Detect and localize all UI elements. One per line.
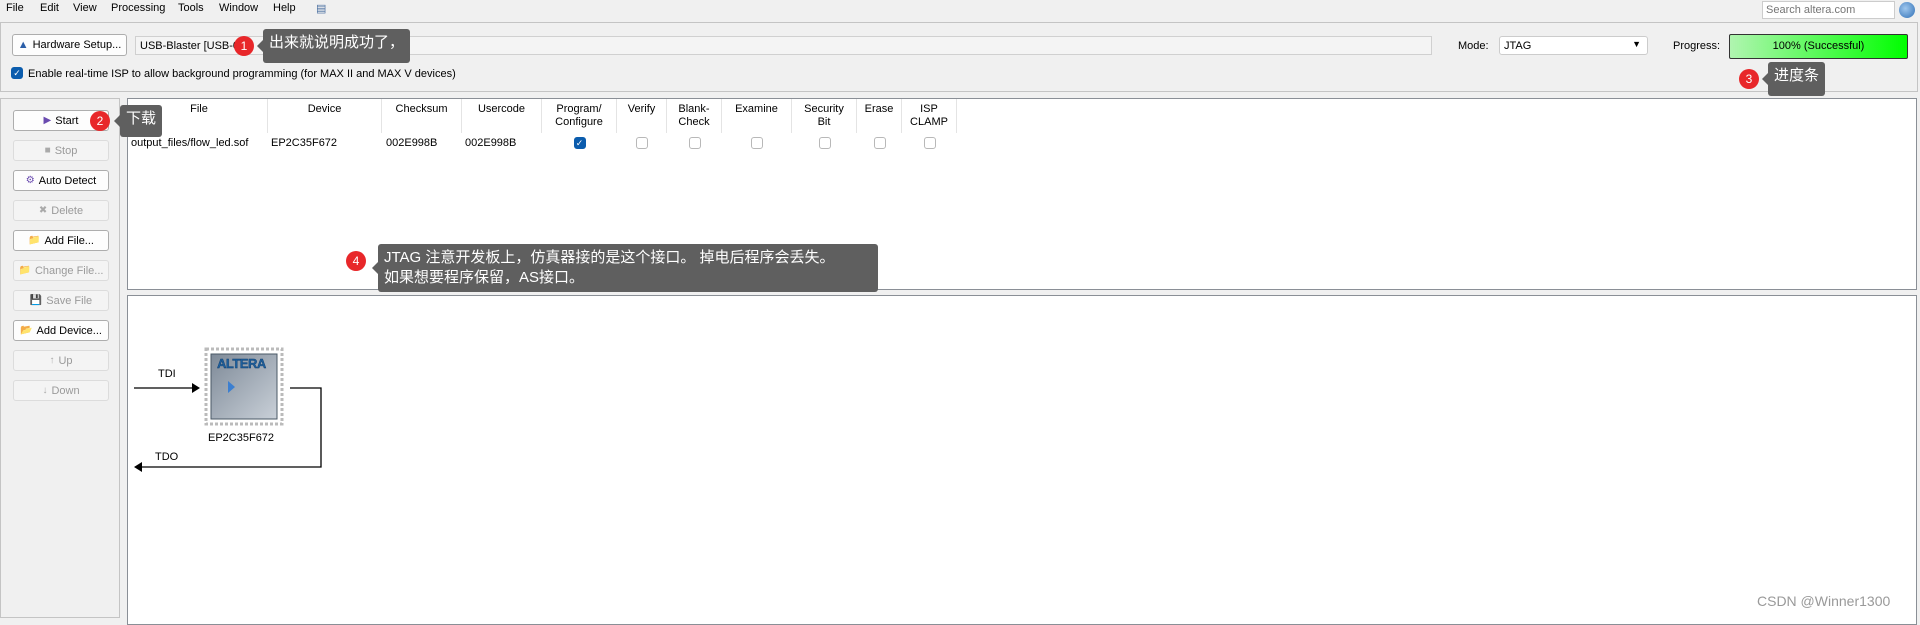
progress-label: Progress: bbox=[1673, 40, 1721, 52]
chevron-down-icon: ▼ bbox=[1632, 39, 1641, 49]
column-header[interactable]: Usercode bbox=[462, 99, 542, 133]
chain-svg bbox=[134, 347, 322, 472]
altera-logo: ALTERA bbox=[217, 356, 267, 371]
cell-usercode: 002E998B bbox=[465, 137, 517, 149]
help-chat-icon[interactable]: ▤ bbox=[316, 2, 326, 15]
operation-checkbox[interactable] bbox=[688, 137, 701, 149]
annotation-badge-1: 1 bbox=[234, 36, 254, 56]
operation-checkbox[interactable] bbox=[636, 137, 648, 149]
tdi-arrow-icon bbox=[192, 383, 200, 393]
add-file-button[interactable]: 📁 Add File... bbox=[13, 230, 109, 251]
operation-checkbox[interactable] bbox=[873, 137, 886, 149]
column-header[interactable]: Verify bbox=[617, 99, 667, 133]
add-device-icon: 📂 bbox=[20, 325, 33, 336]
column-header[interactable]: Program/ Configure bbox=[542, 99, 617, 133]
menu-tools[interactable]: Tools bbox=[178, 2, 204, 14]
save-file-button[interactable]: 💾 Save File bbox=[13, 290, 109, 311]
delete-icon: ✖ bbox=[38, 205, 48, 216]
hardware-icon: ▲ bbox=[17, 39, 29, 51]
hardware-setup-button[interactable]: ▲ Hardware Setup... bbox=[12, 34, 127, 56]
operation-checkbox[interactable] bbox=[751, 137, 763, 149]
up-arrow-icon: ↑ bbox=[49, 355, 55, 366]
annotation-tooltip-3: 进度条 bbox=[1761, 62, 1826, 96]
cell-file[interactable]: output_files/flow_led.sof bbox=[131, 137, 248, 149]
annotation-tooltip-2: 下载 bbox=[113, 105, 163, 137]
add-device-button[interactable]: 📂 Add Device... bbox=[13, 320, 109, 341]
annotation-tooltip-1: 出来就说明成功了， bbox=[256, 29, 411, 63]
cell-device: EP2C35F672 bbox=[271, 137, 338, 149]
operation-checkbox[interactable] bbox=[923, 137, 936, 149]
column-header[interactable]: Examine bbox=[722, 99, 792, 133]
globe-icon[interactable] bbox=[1899, 2, 1915, 18]
tdo-label: TDO bbox=[155, 451, 179, 463]
column-header[interactable]: Checksum bbox=[382, 99, 462, 133]
mode-select[interactable]: JTAG ▼ bbox=[1499, 36, 1648, 55]
jtag-chain-diagram: ALTERA TDI TDO EP2C35F672 bbox=[127, 295, 1917, 625]
annotation-badge-4: 4 bbox=[346, 251, 366, 271]
operation-checkbox[interactable] bbox=[818, 137, 831, 149]
down-arrow-icon: ↓ bbox=[42, 385, 48, 396]
isp-label: Enable real-time ISP to allow background… bbox=[28, 68, 456, 80]
cell-checksum: 002E998B bbox=[386, 137, 438, 149]
delete-button[interactable]: ✖ Delete bbox=[13, 200, 109, 221]
down-button[interactable]: ↓ Down bbox=[13, 380, 109, 401]
annotation-badge-2: 2 bbox=[90, 111, 110, 131]
auto-detect-icon: ⚙ bbox=[25, 175, 35, 186]
progress-bar: 100% (Successful) bbox=[1729, 34, 1908, 59]
annotation-tooltip-4: JTAG 注意开发板上，仿真器接的是这个接口。 掉电后程序会丢失。 如果想要程序… bbox=[372, 244, 878, 292]
isp-checkbox[interactable]: ✓ bbox=[11, 67, 23, 79]
change-file-icon: 📁 bbox=[18, 265, 31, 276]
operation-checkbox[interactable]: ✓ bbox=[573, 137, 586, 149]
menu-help[interactable]: Help bbox=[273, 2, 296, 14]
tdi-label: TDI bbox=[158, 368, 176, 380]
start-icon: ▶ bbox=[43, 115, 52, 126]
menu-view[interactable]: View bbox=[73, 2, 97, 14]
up-button[interactable]: ↑ Up bbox=[13, 350, 109, 371]
menu-window[interactable]: Window bbox=[219, 2, 258, 14]
stop-button[interactable]: ■ Stop bbox=[13, 140, 109, 161]
column-header[interactable]: Blank- Check bbox=[667, 99, 722, 133]
menu-file[interactable]: File bbox=[6, 2, 24, 14]
column-header[interactable]: Security Bit bbox=[792, 99, 857, 133]
column-header[interactable]: Erase bbox=[857, 99, 902, 133]
auto-detect-button[interactable]: ⚙ Auto Detect bbox=[13, 170, 109, 191]
change-file-button[interactable]: 📁 Change File... bbox=[13, 260, 109, 281]
column-header[interactable]: Device bbox=[268, 99, 382, 133]
tdo-arrow-icon bbox=[134, 462, 142, 472]
watermark: CSDN @Winner1300 bbox=[1757, 593, 1891, 609]
save-file-icon: 💾 bbox=[29, 295, 43, 306]
add-file-icon: 📁 bbox=[28, 235, 41, 246]
chip-device-label[interactable]: EP2C35F672 bbox=[208, 432, 274, 444]
menu-edit[interactable]: Edit bbox=[40, 2, 59, 14]
stop-icon: ■ bbox=[44, 145, 51, 156]
column-header[interactable]: ISP CLAMP bbox=[902, 99, 957, 133]
menu-processing[interactable]: Processing bbox=[111, 2, 165, 14]
annotation-badge-3: 3 bbox=[1739, 69, 1759, 89]
search-input[interactable] bbox=[1762, 1, 1895, 19]
mode-label: Mode: bbox=[1458, 40, 1489, 52]
